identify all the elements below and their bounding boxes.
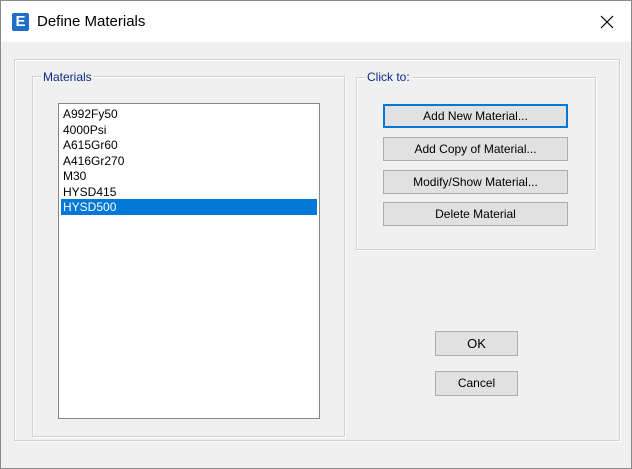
add-new-material-button[interactable]: Add New Material... bbox=[383, 104, 568, 128]
delete-material-button[interactable]: Delete Material bbox=[383, 202, 568, 226]
material-list-item[interactable]: A416Gr270 bbox=[61, 153, 317, 169]
ok-button[interactable]: OK bbox=[435, 331, 518, 356]
modify-show-material-button[interactable]: Modify/Show Material... bbox=[383, 170, 568, 194]
window-title: Define Materials bbox=[37, 13, 146, 30]
material-list-item[interactable]: A615Gr60 bbox=[61, 137, 317, 153]
app-icon: E bbox=[12, 13, 29, 31]
dialog-content: Materials A992Fy50 4000Psi A615Gr60 A416Gr2… bbox=[1, 42, 631, 468]
close-icon bbox=[600, 15, 614, 29]
material-list-item[interactable]: 4000Psi bbox=[61, 122, 317, 138]
define-materials-dialog: E Define Materials Materials A992Fy50 400… bbox=[0, 0, 632, 469]
add-copy-of-material-button[interactable]: Add Copy of Material... bbox=[383, 137, 568, 161]
materials-list[interactable]: A992Fy50 4000Psi A615Gr60 A416Gr270 M30 HYSD4… bbox=[58, 103, 320, 419]
material-list-item[interactable]: HYSD415 bbox=[61, 184, 317, 200]
cancel-button[interactable]: Cancel bbox=[435, 371, 518, 396]
materials-group-label: Materials bbox=[41, 70, 94, 84]
material-list-item[interactable]: HYSD500 bbox=[61, 199, 317, 215]
close-button[interactable] bbox=[585, 6, 629, 38]
material-list-item[interactable]: A992Fy50 bbox=[61, 106, 317, 122]
click-to-group-label: Click to: bbox=[365, 70, 412, 84]
title-bar[interactable]: E Define Materials bbox=[1, 1, 631, 42]
material-list-item[interactable]: M30 bbox=[61, 168, 317, 184]
